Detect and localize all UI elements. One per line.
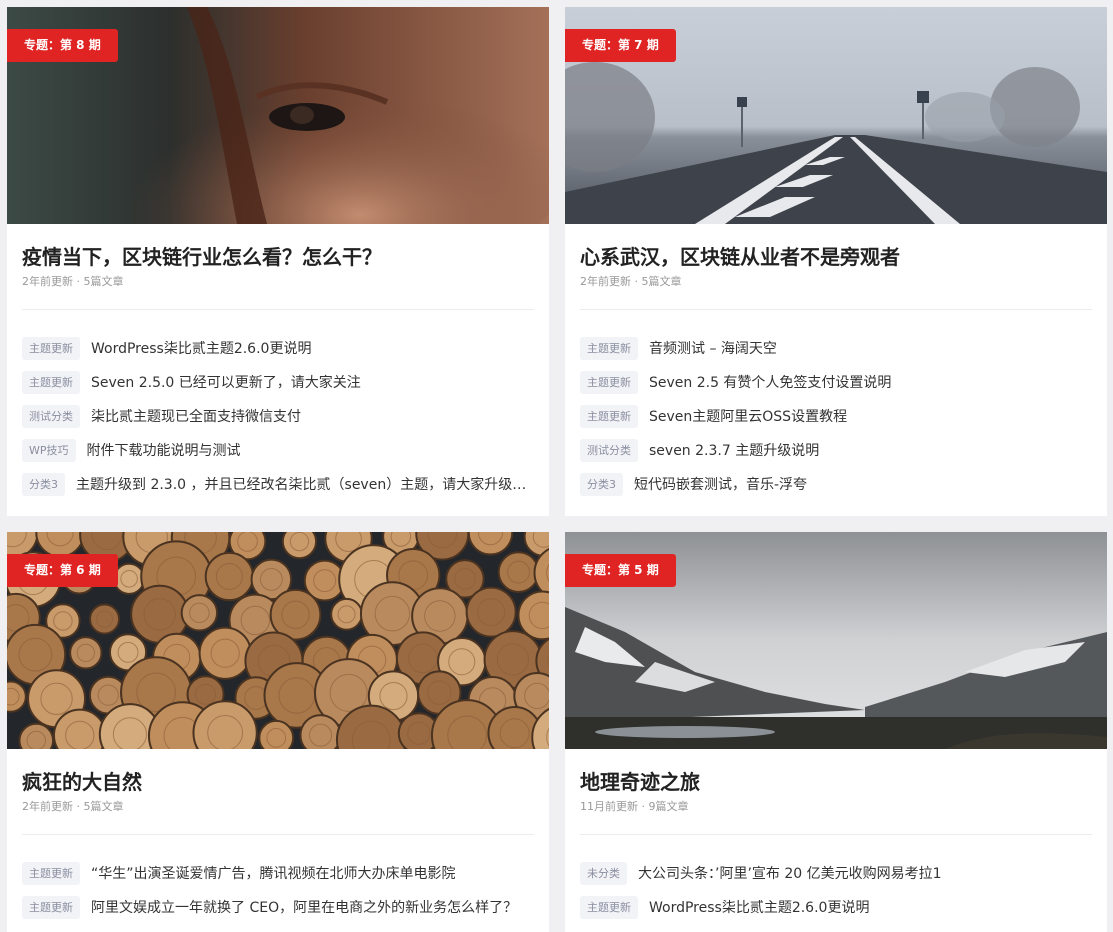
list-item[interactable]: 主题更新 音频测试 – 海阔天空 <box>580 331 1092 365</box>
issue-badge: 专题：第 7 期 <box>565 29 676 62</box>
list-item[interactable]: 主题更新 Seven 2.5.0 已经可以更新了，请大家关注 <box>22 365 534 399</box>
article-list: 未分类 大公司头条：’阿里’宣布 20 亿美元收购网易考拉1 主题更新 Word… <box>580 856 1092 924</box>
list-item[interactable]: 分类3 主题升级到 2.3.0 ，并且已经改名柒比贰（seven）主题，请大家升… <box>22 467 534 501</box>
list-item[interactable]: 分类3 短代码嵌套测试，音乐-浮夸 <box>580 467 1092 501</box>
topic-card: 专题：第 7 期 心系武汉，区块链从业者不是旁观者 2年前更新 · 5篇文章 主… <box>565 7 1107 516</box>
topic-cover-image[interactable]: 专题：第 6 期 <box>7 532 549 749</box>
topic-cover-image[interactable]: 专题：第 7 期 <box>565 7 1107 224</box>
category-tag[interactable]: 主题更新 <box>22 336 80 360</box>
category-tag[interactable]: 测试分类 <box>580 438 638 462</box>
list-item[interactable]: 主题更新 阿里文娱成立一年就换了 CEO，阿里在电商之外的新业务怎么样了？ <box>22 890 534 924</box>
divider <box>580 834 1092 835</box>
article-title[interactable]: “华生”出演圣诞爱情广告，腾讯视频在北师大办床单电影院 <box>91 863 456 883</box>
list-item[interactable]: 主题更新 Seven 2.5 有赞个人免签支付设置说明 <box>580 365 1092 399</box>
category-tag[interactable]: 测试分类 <box>22 404 80 428</box>
category-tag[interactable]: 未分类 <box>580 861 627 885</box>
article-title[interactable]: Seven 2.5 有赞个人免签支付设置说明 <box>649 372 891 392</box>
article-title[interactable]: seven 2.3.7 主题升级说明 <box>649 440 819 460</box>
article-title[interactable]: 柒比贰主题现已全面支持微信支付 <box>91 406 301 426</box>
issue-badge: 专题：第 6 期 <box>7 554 118 587</box>
article-list: 主题更新 “华生”出演圣诞爱情广告，腾讯视频在北师大办床单电影院 主题更新 阿里… <box>22 856 534 924</box>
list-item[interactable]: 测试分类 柒比贰主题现已全面支持微信支付 <box>22 399 534 433</box>
category-tag[interactable]: 主题更新 <box>22 895 80 919</box>
topic-cover-image[interactable]: 专题：第 5 期 <box>565 532 1107 749</box>
article-title[interactable]: 短代码嵌套测试，音乐-浮夸 <box>634 474 807 494</box>
list-item[interactable]: WP技巧 附件下载功能说明与测试 <box>22 433 534 467</box>
topic-meta: 2年前更新 · 5篇文章 <box>22 275 124 288</box>
category-tag[interactable]: 主题更新 <box>580 370 638 394</box>
divider <box>22 309 534 310</box>
article-list: 主题更新 WordPress柒比贰主题2.6.0更说明 主题更新 Seven 2… <box>22 331 534 501</box>
list-item[interactable]: 主题更新 “华生”出演圣诞爱情广告，腾讯视频在北师大办床单电影院 <box>22 856 534 890</box>
list-item[interactable]: 主题更新 WordPress柒比贰主题2.6.0更说明 <box>22 331 534 365</box>
category-tag[interactable]: 主题更新 <box>580 336 638 360</box>
topic-meta: 2年前更新 · 5篇文章 <box>580 275 682 288</box>
topic-card: 专题：第 5 期 地理奇迹之旅 11月前更新 · 9篇文章 未分类 大公司头条：… <box>565 532 1107 932</box>
category-tag[interactable]: 分类3 <box>22 472 65 496</box>
category-tag[interactable]: 主题更新 <box>580 404 638 428</box>
article-title[interactable]: 音频测试 – 海阔天空 <box>649 338 777 358</box>
topic-title[interactable]: 疫情当下，区块链行业怎么看？怎么干？ <box>22 241 382 270</box>
list-item[interactable]: 测试分类 seven 2.3.7 主题升级说明 <box>580 433 1092 467</box>
category-tag[interactable]: 主题更新 <box>22 370 80 394</box>
list-item[interactable]: 未分类 大公司头条：’阿里’宣布 20 亿美元收购网易考拉1 <box>580 856 1092 890</box>
article-title[interactable]: WordPress柒比贰主题2.6.0更说明 <box>649 897 869 917</box>
article-title[interactable]: WordPress柒比贰主题2.6.0更说明 <box>91 338 311 358</box>
list-item[interactable]: 主题更新 Seven主题阿里云OSS设置教程 <box>580 399 1092 433</box>
article-title[interactable]: Seven主题阿里云OSS设置教程 <box>649 406 847 426</box>
article-title[interactable]: 附件下载功能说明与测试 <box>87 440 241 460</box>
article-title[interactable]: 主题升级到 2.3.0 ，并且已经改名柒比贰（seven）主题，请大家升级并进行… <box>76 474 534 494</box>
topic-meta: 2年前更新 · 5篇文章 <box>22 800 124 813</box>
article-list: 主题更新 音频测试 – 海阔天空 主题更新 Seven 2.5 有赞个人免签支付… <box>580 331 1092 501</box>
topic-card: 专题：第 6 期 疯狂的大自然 2年前更新 · 5篇文章 主题更新 “华生”出演… <box>7 532 549 932</box>
article-title[interactable]: Seven 2.5.0 已经可以更新了，请大家关注 <box>91 372 361 392</box>
list-item[interactable]: 主题更新 WordPress柒比贰主题2.6.0更说明 <box>580 890 1092 924</box>
topic-meta: 11月前更新 · 9篇文章 <box>580 800 689 813</box>
category-tag[interactable]: 分类3 <box>580 472 623 496</box>
issue-badge: 专题：第 8 期 <box>7 29 118 62</box>
divider <box>22 834 534 835</box>
article-title[interactable]: 阿里文娱成立一年就换了 CEO，阿里在电商之外的新业务怎么样了？ <box>91 897 517 917</box>
topic-title[interactable]: 地理奇迹之旅 <box>580 766 700 795</box>
divider <box>580 309 1092 310</box>
category-tag[interactable]: 主题更新 <box>580 895 638 919</box>
article-title[interactable]: 大公司头条：’阿里’宣布 20 亿美元收购网易考拉1 <box>638 863 942 883</box>
issue-badge: 专题：第 5 期 <box>565 554 676 587</box>
topic-title[interactable]: 心系武汉，区块链从业者不是旁观者 <box>580 241 900 270</box>
topic-cover-image[interactable]: 专题：第 8 期 <box>7 7 549 224</box>
topic-card: 专题：第 8 期 疫情当下，区块链行业怎么看？怎么干？ 2年前更新 · 5篇文章… <box>7 7 549 516</box>
topic-title[interactable]: 疯狂的大自然 <box>22 766 142 795</box>
category-tag[interactable]: WP技巧 <box>22 438 76 462</box>
category-tag[interactable]: 主题更新 <box>22 861 80 885</box>
